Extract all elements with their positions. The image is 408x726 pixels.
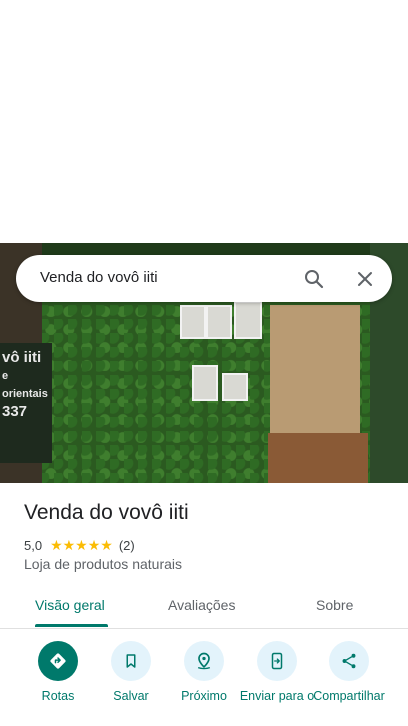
rating-value: 5,0 (24, 537, 43, 553)
directions-icon (38, 641, 78, 681)
sign-line-3: 337 (2, 403, 28, 420)
send-to-phone-button[interactable]: Enviar para o (237, 641, 317, 704)
save-button[interactable]: Salvar (91, 641, 171, 704)
save-label: Salvar (113, 689, 149, 703)
search-bar[interactable]: Venda do vovô iiti (16, 255, 392, 302)
search-icon[interactable] (302, 267, 326, 291)
nearby-icon (184, 641, 224, 681)
shop-floor (268, 433, 368, 483)
review-count[interactable]: (2) (119, 538, 135, 553)
nearby-label: Próximo (181, 689, 227, 703)
poster (192, 365, 218, 401)
place-category: Loja de produtos naturais (24, 556, 182, 572)
directions-label: Rotas (41, 689, 75, 703)
share-label: Compartilhar (313, 689, 385, 703)
directions-button[interactable]: Rotas (18, 641, 98, 704)
send-to-phone-label: Enviar para o (239, 689, 315, 703)
tab-about[interactable]: Sobre (316, 597, 353, 613)
place-title: Venda do vovô iiti (24, 501, 189, 524)
store-sign-text: vô iiti e orientais 337 (2, 349, 52, 421)
sign-line-1: vô iiti (2, 349, 42, 366)
search-query[interactable]: Venda do vovô iiti (40, 269, 158, 286)
star-rating-icon: ★★★★★ (50, 536, 113, 553)
sign-line-2: e orientais (2, 370, 48, 400)
active-tab-indicator (35, 624, 108, 627)
send-to-phone-icon (257, 641, 297, 681)
bookmark-icon (111, 641, 151, 681)
nearby-button[interactable]: Próximo (164, 641, 244, 704)
share-button[interactable]: Compartilhar (309, 641, 389, 704)
share-icon (329, 641, 369, 681)
close-icon[interactable] (353, 267, 377, 291)
poster (234, 301, 262, 339)
tab-overview[interactable]: Visão geral (35, 597, 105, 613)
rating-row[interactable]: 5,0 ★★★★★ (2) (24, 536, 135, 554)
tab-bar: Visão geral Avaliações Sobre (0, 583, 408, 629)
poster (206, 305, 232, 339)
tab-reviews[interactable]: Avaliações (168, 597, 235, 613)
poster (180, 305, 206, 339)
poster (222, 373, 248, 401)
